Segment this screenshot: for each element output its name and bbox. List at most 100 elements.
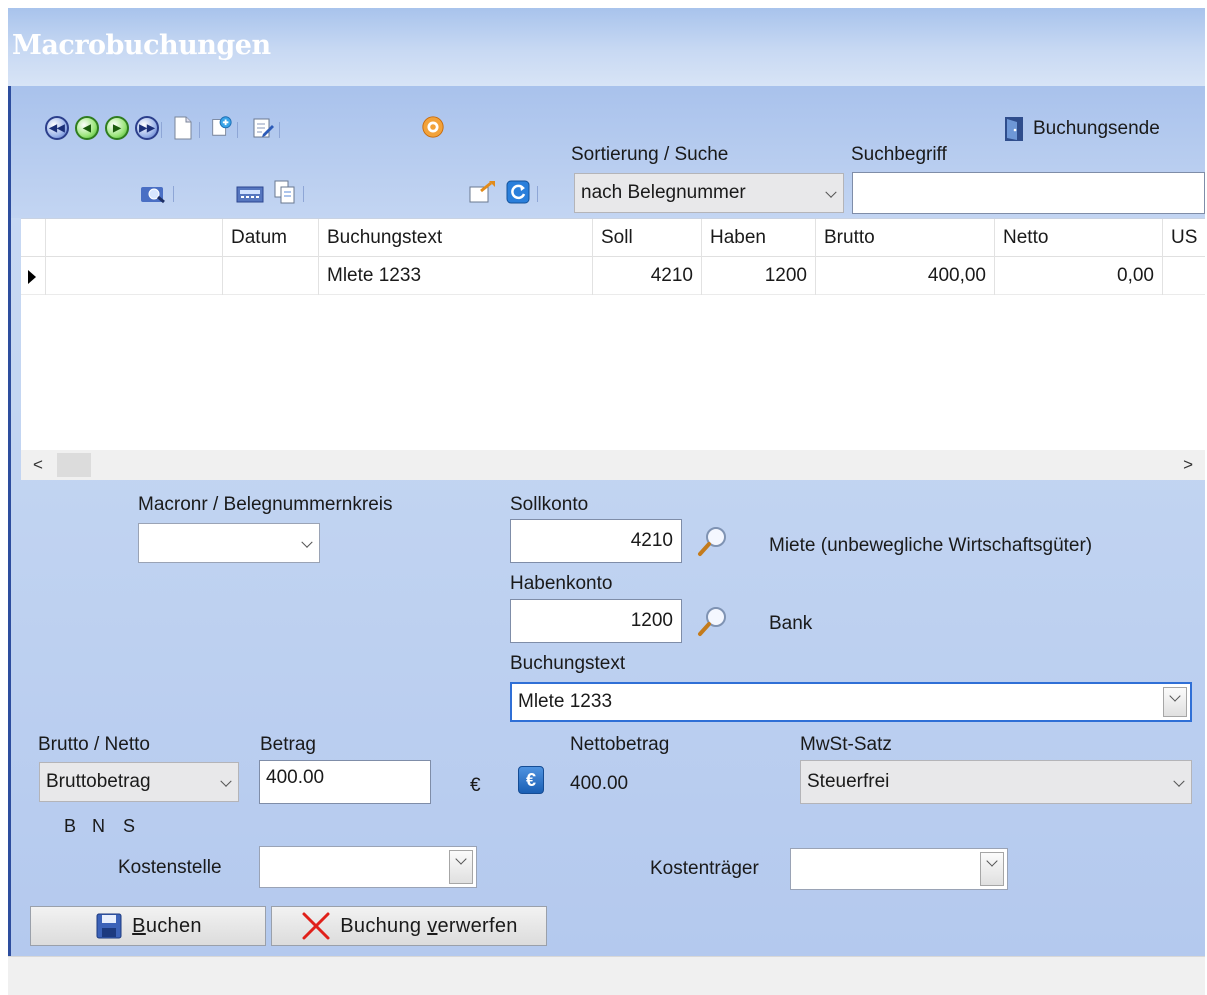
sollkonto-value: 4210 <box>630 530 673 551</box>
table-cell-netto[interactable]: 0,00 <box>995 257 1163 295</box>
toolbar-separator <box>199 122 200 138</box>
table-row[interactable]: Mlete 1233 4210 1200 400,00 0,00 <box>21 257 1205 295</box>
chevron-down-icon <box>825 186 837 198</box>
horizontal-scrollbar[interactable]: < > <box>21 450 1205 480</box>
chevron-down-icon[interactable] <box>980 852 1004 886</box>
euro-convert-icon[interactable]: € <box>518 766 544 794</box>
sort-select[interactable]: nach Belegnummer <box>574 173 844 213</box>
habenkonto-field[interactable]: 1200 <box>510 599 682 643</box>
discard-x-icon <box>302 912 330 940</box>
kostentraeger-select[interactable] <box>790 848 1008 890</box>
betrag-value: 400.00 <box>266 767 325 788</box>
bns-s-label[interactable]: S <box>123 816 135 837</box>
copy-icon[interactable] <box>273 180 297 204</box>
bns-b-label[interactable]: B <box>64 816 76 837</box>
buchungstext-combo[interactable]: Mlete 1233 <box>510 682 1192 722</box>
main-window: Macrobuchungen ◀◀ ◀ ▶ ▶▶ Buchungsende So… <box>8 8 1205 956</box>
toolbar-separator <box>161 122 162 138</box>
exit-door-icon[interactable] <box>1001 117 1027 141</box>
betrag-label: Betrag <box>260 734 316 755</box>
table-cell-us[interactable] <box>1163 257 1205 295</box>
grid-header-indicator <box>21 219 46 257</box>
sortierung-label: Sortierung / Suche <box>571 144 729 165</box>
bruttonetto-select[interactable]: Bruttobetrag <box>39 762 239 802</box>
scrollbar-thumb[interactable] <box>57 453 91 477</box>
buchen-label: uchen <box>145 914 202 937</box>
grid-header-buchungstext[interactable]: Buchungstext <box>319 219 593 257</box>
row-selector[interactable] <box>21 257 46 295</box>
nettobetrag-label: Nettobetrag <box>570 734 670 755</box>
suchbegriff-label: Suchbegriff <box>851 144 947 165</box>
prev-record-icon[interactable]: ◀ <box>75 116 99 140</box>
sollkonto-search-icon[interactable] <box>696 524 730 558</box>
bruttonetto-label: Brutto / Netto <box>38 734 150 755</box>
mwst-value: Steuerfrei <box>807 771 890 792</box>
betrag-field[interactable]: 400.00 <box>259 760 431 804</box>
import-icon[interactable] <box>467 180 497 204</box>
habenkonto-value: 1200 <box>630 610 673 631</box>
buchung-verwerfen-button[interactable]: Buchung v erwerfen <box>271 906 547 946</box>
sort-select-value: nach Belegnummer <box>581 182 746 203</box>
scroll-left-icon[interactable]: < <box>33 455 43 475</box>
buchungstext-value: Mlete 1233 <box>518 691 613 712</box>
scroll-right-icon[interactable]: > <box>1183 455 1193 475</box>
habenkonto-search-icon[interactable] <box>696 604 730 638</box>
grid-header-us[interactable]: US <box>1163 219 1205 257</box>
grid-header-haben[interactable]: Haben <box>702 219 816 257</box>
macronr-label: Macronr / Belegnummernkreis <box>138 494 393 515</box>
table-cell-haben[interactable]: 1200 <box>702 257 816 295</box>
chevron-down-icon <box>1173 775 1185 787</box>
kostenstelle-select[interactable] <box>259 846 477 888</box>
chevron-down-icon <box>220 775 232 787</box>
target-icon[interactable] <box>421 115 445 139</box>
toolbar-separator <box>173 186 174 202</box>
sollkonto-field[interactable]: 4210 <box>510 519 682 563</box>
last-record-icon[interactable]: ▶▶ <box>135 116 159 140</box>
title-bar: Macrobuchungen <box>8 8 1205 86</box>
chevron-down-icon[interactable] <box>1163 687 1187 717</box>
table-cell-datum[interactable] <box>223 257 319 295</box>
grid-header-soll[interactable]: Soll <box>593 219 702 257</box>
table-cell[interactable] <box>46 257 223 295</box>
table-cell-brutto[interactable]: 400,00 <box>816 257 995 295</box>
toolbar: ◀◀ ◀ ▶ ▶▶ Buchungsende Sortierung / Such… <box>11 86 1205 218</box>
calculator-icon[interactable] <box>235 182 265 206</box>
bruttonetto-value: Bruttobetrag <box>46 771 151 792</box>
habenkonto-label: Habenkonto <box>510 573 613 594</box>
next-record-icon[interactable]: ▶ <box>105 116 129 140</box>
table-cell-buchungstext[interactable]: Mlete 1233 <box>319 257 593 295</box>
refresh-icon[interactable] <box>505 180 531 204</box>
search-preview-icon[interactable] <box>139 182 169 206</box>
grid-header-row: Datum Buchungstext Soll Haben Brutto Net… <box>21 219 1205 257</box>
window-title: Macrobuchungen <box>12 30 271 61</box>
toolbar-separator <box>279 122 280 138</box>
verwerfen-label: erwerfen <box>437 914 518 937</box>
macronr-select[interactable] <box>138 523 320 563</box>
grid-header-datum[interactable]: Datum <box>223 219 319 257</box>
grid-header-brutto[interactable]: Brutto <box>816 219 995 257</box>
buchungsende-label[interactable]: Buchungsende <box>1033 118 1160 140</box>
save-disk-icon <box>96 913 122 939</box>
nettobetrag-value: 400.00 <box>570 773 629 794</box>
toolbar-separator <box>537 186 538 202</box>
buchungstext-label: Buchungstext <box>510 653 626 674</box>
buchen-mnemonic: B <box>132 914 146 937</box>
sollkonto-label: Sollkonto <box>510 494 589 515</box>
grid-header-netto[interactable]: Netto <box>995 219 1163 257</box>
sollkonto-name: Miete (unbewegliche Wirtschaftsgüter) <box>769 535 1093 556</box>
buchen-button[interactable]: Buchen <box>30 906 266 946</box>
new-document-icon[interactable] <box>171 116 195 140</box>
grid-header-col1[interactable] <box>46 219 223 257</box>
mwst-select[interactable]: Steuerfrei <box>800 760 1192 804</box>
bookings-grid[interactable]: Datum Buchungstext Soll Haben Brutto Net… <box>21 218 1205 480</box>
table-cell-soll[interactable]: 4210 <box>593 257 702 295</box>
first-record-icon[interactable]: ◀◀ <box>45 116 69 140</box>
copy-refresh-icon[interactable] <box>209 114 233 138</box>
kostentraeger-label: Kostenträger <box>650 858 759 879</box>
currency-symbol: € <box>470 775 481 796</box>
search-input[interactable] <box>852 172 1205 214</box>
mwst-label: MwSt-Satz <box>800 734 892 755</box>
edit-document-icon[interactable] <box>251 116 275 140</box>
chevron-down-icon[interactable] <box>449 850 473 884</box>
bns-n-label[interactable]: N <box>92 816 105 837</box>
